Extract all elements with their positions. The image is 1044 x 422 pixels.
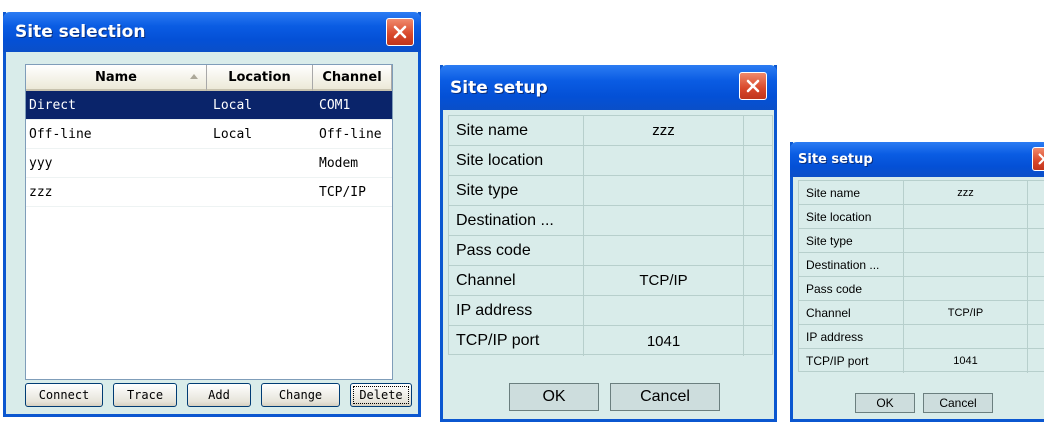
field-value[interactable]: TCP/IP: [584, 266, 744, 295]
column-header-channel[interactable]: Channel: [313, 65, 392, 91]
grid-row-tcp-ip-port[interactable]: TCP/IP port 1041: [799, 349, 1044, 373]
title-bar[interactable]: Site setup: [790, 142, 1044, 177]
field-label: TCP/IP port: [449, 326, 584, 356]
list-row[interactable]: Off-line Local Off-line: [26, 120, 392, 149]
field-value[interactable]: [584, 146, 744, 175]
cell-location: Local: [213, 126, 253, 142]
grid-row-ip-address[interactable]: IP address: [799, 325, 1044, 349]
column-header-label: Channel: [322, 69, 382, 85]
site-selection-window: Site selection Name Location Channel Dir…: [3, 12, 421, 417]
close-icon: [393, 25, 407, 39]
site-setup-window: Site setup Site name zzz Site location S…: [440, 65, 777, 422]
field-value[interactable]: [904, 325, 1028, 348]
grid-row-destination[interactable]: Destination ...: [799, 253, 1044, 277]
close-icon: [746, 79, 760, 93]
field-label: Channel: [449, 266, 584, 295]
grid-row-pass-code[interactable]: Pass code: [449, 236, 772, 266]
grid-row-ip-address[interactable]: IP address: [449, 296, 772, 326]
grid-row-site-location[interactable]: Site location: [449, 146, 772, 176]
field-value[interactable]: [904, 277, 1028, 300]
field-label: Site name: [799, 181, 904, 204]
field-value[interactable]: [584, 176, 744, 205]
grid-row-tcp-ip-port[interactable]: TCP/IP port 1041: [449, 326, 772, 356]
window-title: Site selection: [15, 22, 146, 42]
field-value[interactable]: zzz: [904, 181, 1028, 204]
field-value[interactable]: [584, 296, 744, 325]
cell-name: Direct: [29, 97, 76, 113]
change-button[interactable]: Change: [261, 383, 340, 407]
cell-name: Off-line: [29, 126, 92, 142]
column-header-location[interactable]: Location: [207, 65, 313, 91]
cell-channel: Off-line: [319, 126, 382, 142]
site-list[interactable]: Name Location Channel Direct Local COM1 …: [25, 64, 393, 380]
add-button[interactable]: Add: [187, 383, 251, 407]
window-title: Site setup: [798, 152, 873, 167]
column-header-label: Name: [94, 69, 137, 85]
field-label: TCP/IP port: [799, 349, 904, 373]
close-button[interactable]: [1032, 147, 1044, 171]
list-row[interactable]: zzz TCP/IP: [26, 178, 392, 207]
field-label: Site name: [449, 116, 584, 145]
field-label: Site location: [799, 205, 904, 228]
close-button[interactable]: [739, 72, 767, 100]
grid-row-destination[interactable]: Destination ...: [449, 206, 772, 236]
cell-channel: COM1: [319, 97, 351, 113]
field-value[interactable]: TCP/IP: [904, 301, 1028, 324]
grid-row-channel[interactable]: Channel TCP/IP: [449, 266, 772, 296]
property-grid: Site name zzz Site location Site type De…: [798, 180, 1044, 373]
field-label: Destination ...: [449, 206, 584, 235]
close-button[interactable]: [386, 18, 414, 46]
field-label: Site location: [449, 146, 584, 175]
field-label: Site type: [799, 229, 904, 252]
delete-button[interactable]: Delete: [350, 383, 412, 407]
grid-row-pass-code[interactable]: Pass code: [799, 277, 1044, 301]
field-label: Destination ...: [799, 253, 904, 276]
field-value[interactable]: 1041: [904, 349, 1028, 373]
field-value[interactable]: zzz: [584, 116, 744, 145]
field-value[interactable]: [904, 205, 1028, 228]
cell-channel: TCP/IP: [319, 184, 366, 200]
column-header-label: Location: [228, 69, 291, 85]
property-grid: Site name zzz Site location Site type De…: [448, 115, 773, 356]
grid-row-site-type[interactable]: Site type: [449, 176, 772, 206]
column-header-name[interactable]: Name: [26, 65, 207, 91]
cancel-button[interactable]: Cancel: [610, 383, 720, 411]
cell-name: zzz: [29, 184, 53, 200]
field-label: Channel: [799, 301, 904, 324]
sort-ascending-icon: [190, 74, 198, 79]
field-value[interactable]: [584, 236, 744, 265]
title-bar[interactable]: Site selection: [3, 12, 421, 52]
field-value[interactable]: [904, 229, 1028, 252]
field-label: Site type: [449, 176, 584, 205]
title-bar[interactable]: Site setup: [440, 65, 777, 110]
cancel-button[interactable]: Cancel: [923, 393, 993, 413]
grid-row-site-name[interactable]: Site name zzz: [799, 181, 1044, 205]
field-label: Pass code: [449, 236, 584, 265]
grid-row-site-name[interactable]: Site name zzz: [449, 116, 772, 146]
ok-button[interactable]: OK: [509, 383, 599, 411]
ok-button[interactable]: OK: [855, 393, 915, 413]
grid-row-site-type[interactable]: Site type: [799, 229, 1044, 253]
window-title: Site setup: [450, 78, 548, 98]
field-label: IP address: [799, 325, 904, 348]
grid-row-channel[interactable]: Channel TCP/IP: [799, 301, 1044, 325]
list-rows: Direct Local COM1 Off-line Local Off-lin…: [26, 91, 392, 207]
cell-channel: Modem: [319, 155, 359, 171]
button-row: Connect Trace Add Change Delete: [25, 379, 415, 413]
site-setup-window-small: Site setup Site name zzz Site location S…: [790, 142, 1044, 422]
list-header: Name Location Channel: [26, 65, 392, 91]
connect-button[interactable]: Connect: [25, 383, 103, 407]
field-value[interactable]: 1041: [584, 326, 744, 356]
cell-name: yyy: [29, 155, 53, 171]
field-value[interactable]: [584, 206, 744, 235]
field-value[interactable]: [904, 253, 1028, 276]
list-row[interactable]: Direct Local COM1: [26, 91, 392, 120]
cell-location: Local: [213, 97, 253, 113]
field-label: Pass code: [799, 277, 904, 300]
grid-row-site-location[interactable]: Site location: [799, 205, 1044, 229]
trace-button[interactable]: Trace: [113, 383, 177, 407]
list-row[interactable]: yyy Modem: [26, 149, 392, 178]
close-icon: [1038, 153, 1044, 165]
field-label: IP address: [449, 296, 584, 325]
